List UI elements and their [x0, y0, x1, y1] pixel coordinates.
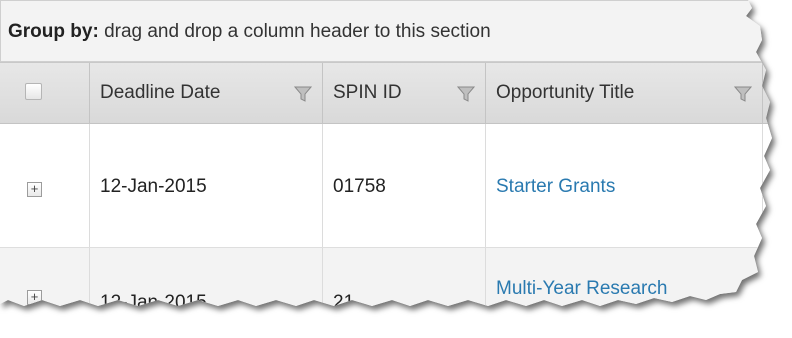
expand-row-icon[interactable]: + [27, 182, 42, 197]
partial-cell [763, 248, 772, 306]
filter-icon[interactable] [457, 85, 475, 103]
grid-header-row: Deadline Date SPIN ID Opportunity Title … [0, 62, 782, 124]
spin-id: 01758 [333, 176, 386, 197]
spin-id-cell: 01758 [323, 124, 486, 247]
expander-cell: + [0, 248, 90, 306]
column-header-label: S [769, 82, 782, 103]
opportunity-title-link[interactable]: Multi-Year Research [496, 278, 667, 300]
deadline-date: 12-Jan-2015 [100, 176, 207, 197]
deadline-cell: 12-Jan-2015 [90, 124, 323, 247]
column-header-spin-id[interactable]: SPIN ID [323, 63, 486, 123]
deadline-cell: 12-Jan-2015 [90, 248, 323, 313]
deadline-date: 12-Jan-2015 [100, 292, 207, 313]
table-row[interactable]: + 12-Jan-2015 21 Multi-Year Research [0, 248, 772, 313]
column-header-opportunity-title[interactable]: Opportunity Title [486, 63, 763, 123]
group-by-panel[interactable]: Group by: drag and drop a column header … [0, 0, 772, 62]
torn-edge-shadow: Group by: drag and drop a column header … [0, 0, 792, 329]
spin-id-cell: 21 [323, 248, 486, 313]
expander-cell: + [0, 124, 90, 247]
table-row[interactable]: + 12-Jan-2015 01758 Starter Grants [0, 124, 772, 248]
column-header-deadline-date[interactable]: Deadline Date [90, 63, 323, 123]
group-by-hint: drag and drop a column header to this se… [104, 21, 491, 42]
select-all-checkbox[interactable] [25, 83, 42, 100]
group-by-label: Group by: [8, 21, 99, 42]
column-header-label: Deadline Date [100, 82, 221, 103]
filter-icon[interactable] [734, 85, 752, 103]
opportunity-title-cell: Starter Grants [486, 124, 763, 247]
column-header-label: SPIN ID [333, 82, 402, 103]
opportunity-title-link[interactable]: Starter Grants [496, 176, 615, 198]
select-all-header [0, 63, 90, 123]
filter-icon[interactable] [294, 85, 312, 103]
column-header-label: Opportunity Title [496, 82, 635, 103]
grid-panel: Group by: drag and drop a column header … [0, 0, 782, 306]
spin-id: 21 [333, 292, 355, 313]
expand-row-icon[interactable]: + [27, 290, 42, 305]
partial-cell [763, 124, 772, 247]
column-header-partial[interactable]: S [763, 63, 782, 123]
opportunity-title-cell: Multi-Year Research [486, 248, 763, 306]
